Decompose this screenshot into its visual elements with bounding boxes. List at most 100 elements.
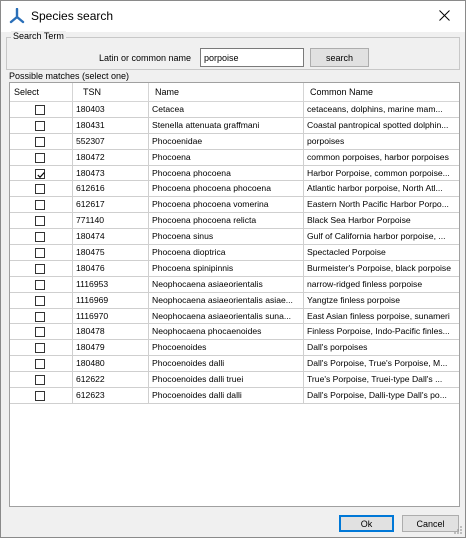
table-row[interactable]: 612622 Phocoenoides dalli truei True's Por… bbox=[10, 372, 459, 389]
table-row[interactable]: 180475 Phocoena dioptrica Spectacled Porpo… bbox=[10, 245, 459, 261]
select-checkbox[interactable] bbox=[35, 232, 45, 243]
table-row[interactable]: 180478 Neophocaena phocaenoides Finless Po… bbox=[10, 324, 459, 341]
name-cell: Cetacea bbox=[149, 102, 304, 118]
name-cell: Neophocaena phocaenoides bbox=[149, 324, 304, 341]
select-checkbox[interactable] bbox=[35, 359, 45, 370]
name-cell: Phocoena bbox=[149, 149, 304, 166]
table-row[interactable]: 180472 Phocoena common porpoises, harbor p… bbox=[10, 149, 459, 166]
select-cell bbox=[10, 324, 73, 341]
resize-grip-icon[interactable] bbox=[453, 525, 463, 535]
common-name-cell: Dall's Porpoise, True's Porpoise, M... bbox=[304, 356, 459, 373]
common-name-cell: porpoises bbox=[304, 134, 459, 150]
name-cell: Phocoenoides dalli truei bbox=[149, 372, 304, 389]
common-name-cell: Dall's Porpoise, Dalli-type Dall's po... bbox=[304, 388, 459, 404]
close-button[interactable] bbox=[423, 1, 465, 32]
column-header-tsn[interactable]: TSN bbox=[73, 83, 149, 102]
common-name-cell: Atlantic harbor porpoise, North Atl... bbox=[304, 181, 459, 198]
select-checkbox[interactable] bbox=[35, 105, 45, 115]
select-checkbox[interactable] bbox=[35, 168, 45, 179]
tsn-cell: 1116953 bbox=[73, 276, 149, 293]
tsn-cell: 552307 bbox=[73, 133, 149, 150]
select-cell bbox=[10, 213, 73, 230]
select-checkbox[interactable] bbox=[35, 184, 45, 195]
table-row[interactable]: 180431 Stenella attenuata graffmani Coasta… bbox=[10, 117, 459, 134]
table-row[interactable]: 1116953 Neophocaena asiaeorientalis narrow… bbox=[10, 276, 459, 293]
table-row[interactable]: 180403 Cetacea cetaceans, dolphins, marine… bbox=[10, 102, 459, 118]
select-cell bbox=[10, 181, 73, 198]
tsn-cell: 612617 bbox=[73, 197, 149, 214]
common-name-cell: Eastern North Pacific Harbor Porpo... bbox=[304, 197, 459, 214]
name-cell: Phocoena dioptrica bbox=[149, 245, 304, 261]
table-row[interactable]: 552307 Phocoenidae porpoises bbox=[10, 133, 459, 150]
table-row[interactable]: 612616 Phocoena phocoena phocoena Atlantic… bbox=[10, 181, 459, 198]
select-cell bbox=[10, 197, 73, 214]
search-field-label: Latin or common name bbox=[99, 53, 192, 63]
select-checkbox[interactable] bbox=[35, 375, 45, 386]
common-name-cell: Black Sea Harbor Porpoise bbox=[304, 213, 459, 230]
select-checkbox[interactable] bbox=[35, 152, 45, 163]
select-checkbox[interactable] bbox=[35, 391, 45, 402]
tsn-cell: 180473 bbox=[73, 165, 149, 182]
select-checkbox[interactable] bbox=[35, 311, 45, 322]
common-name-cell: Spectacled Porpoise bbox=[304, 245, 459, 261]
name-cell: Neophocaena asiaeorientalis suna... bbox=[149, 308, 304, 325]
select-checkbox[interactable] bbox=[35, 279, 45, 290]
table-row[interactable]: 180473 Phocoena phocoena Harbor Porpoise, … bbox=[10, 165, 459, 182]
select-checkbox[interactable] bbox=[35, 120, 45, 131]
select-cell bbox=[10, 133, 73, 150]
table-row[interactable]: 180474 Phocoena sinus Gulf of California h… bbox=[10, 229, 459, 246]
name-cell: Phocoena phocoena phocoena bbox=[149, 181, 304, 198]
table-row[interactable]: 612623 Phocoenoides dalli dalli Dall's Por… bbox=[10, 388, 459, 404]
select-cell bbox=[10, 340, 73, 357]
tsn-cell: 612623 bbox=[73, 388, 149, 404]
tsn-cell: 180403 bbox=[73, 102, 149, 118]
name-cell: Stenella attenuata graffmani bbox=[149, 117, 304, 134]
tsn-cell: 180479 bbox=[73, 340, 149, 357]
select-cell bbox=[10, 372, 73, 389]
tsn-cell: 612622 bbox=[73, 372, 149, 389]
column-header-name[interactable]: Name bbox=[149, 83, 304, 102]
select-checkbox[interactable] bbox=[35, 263, 45, 274]
common-name-cell: Finless Porpoise, Indo-Pacific finles... bbox=[304, 324, 459, 341]
select-cell bbox=[10, 165, 73, 182]
select-checkbox[interactable] bbox=[35, 295, 45, 306]
search-term-label: Search Term bbox=[11, 31, 66, 41]
common-name-cell: True's Porpoise, Truei-type Dall's ... bbox=[304, 372, 459, 389]
name-cell: Phocoena sinus bbox=[149, 229, 304, 246]
search-button[interactable]: search bbox=[310, 48, 369, 67]
table-row[interactable]: 1116969 Neophocaena asiaeorientalis asiae… bbox=[10, 292, 459, 309]
select-checkbox[interactable] bbox=[35, 248, 45, 259]
name-cell: Phocoena phocoena relicta bbox=[149, 213, 304, 230]
cancel-button[interactable]: Cancel bbox=[402, 515, 459, 532]
name-cell: Phocoenidae bbox=[149, 133, 304, 150]
window-title: Species search bbox=[31, 9, 114, 23]
search-input[interactable] bbox=[200, 48, 304, 67]
ok-button[interactable]: Ok bbox=[339, 515, 394, 532]
common-name-cell: cetaceans, dolphins, marine mam... bbox=[304, 102, 459, 118]
common-name-cell: Burmeister's Porpoise, black porpoise bbox=[304, 261, 459, 277]
select-cell bbox=[10, 292, 73, 309]
select-checkbox[interactable] bbox=[35, 200, 45, 211]
checkmark-icon bbox=[37, 171, 45, 178]
table-row[interactable]: 180479 Phocoenoides Dall's porpoises bbox=[10, 340, 459, 357]
table-row[interactable]: 1116970 Neophocaena asiaeorientalis suna.… bbox=[10, 308, 459, 325]
common-name-cell: narrow-ridged finless porpoise bbox=[304, 277, 459, 293]
column-header-common-name[interactable]: Common Name bbox=[304, 83, 459, 102]
table-body: 180403 Cetacea cetaceans, dolphins, marine… bbox=[10, 102, 459, 404]
common-name-cell: Harbor Porpoise, common porpoise... bbox=[304, 166, 459, 182]
close-icon bbox=[438, 10, 450, 23]
matches-label: Possible matches (select one) bbox=[9, 71, 130, 81]
table-row[interactable]: 771140 Phocoena phocoena relicta Black Sea… bbox=[10, 213, 459, 230]
tsn-cell: 1116970 bbox=[73, 308, 149, 325]
tsn-cell: 1116969 bbox=[73, 292, 149, 309]
table-row[interactable]: 180476 Phocoena spinipinnis Burmeister's P… bbox=[10, 260, 459, 277]
table-row[interactable]: 180480 Phocoenoides dalli Dall's Porpoise,… bbox=[10, 356, 459, 373]
select-checkbox[interactable] bbox=[35, 136, 45, 147]
select-checkbox[interactable] bbox=[35, 216, 45, 227]
tsn-cell: 180431 bbox=[73, 117, 149, 134]
select-checkbox[interactable] bbox=[35, 327, 45, 338]
column-header-select[interactable]: Select bbox=[10, 83, 73, 102]
title-bar: Species search bbox=[1, 1, 465, 32]
select-checkbox[interactable] bbox=[35, 343, 45, 354]
table-row[interactable]: 612617 Phocoena phocoena vomerina Eastern … bbox=[10, 197, 459, 214]
